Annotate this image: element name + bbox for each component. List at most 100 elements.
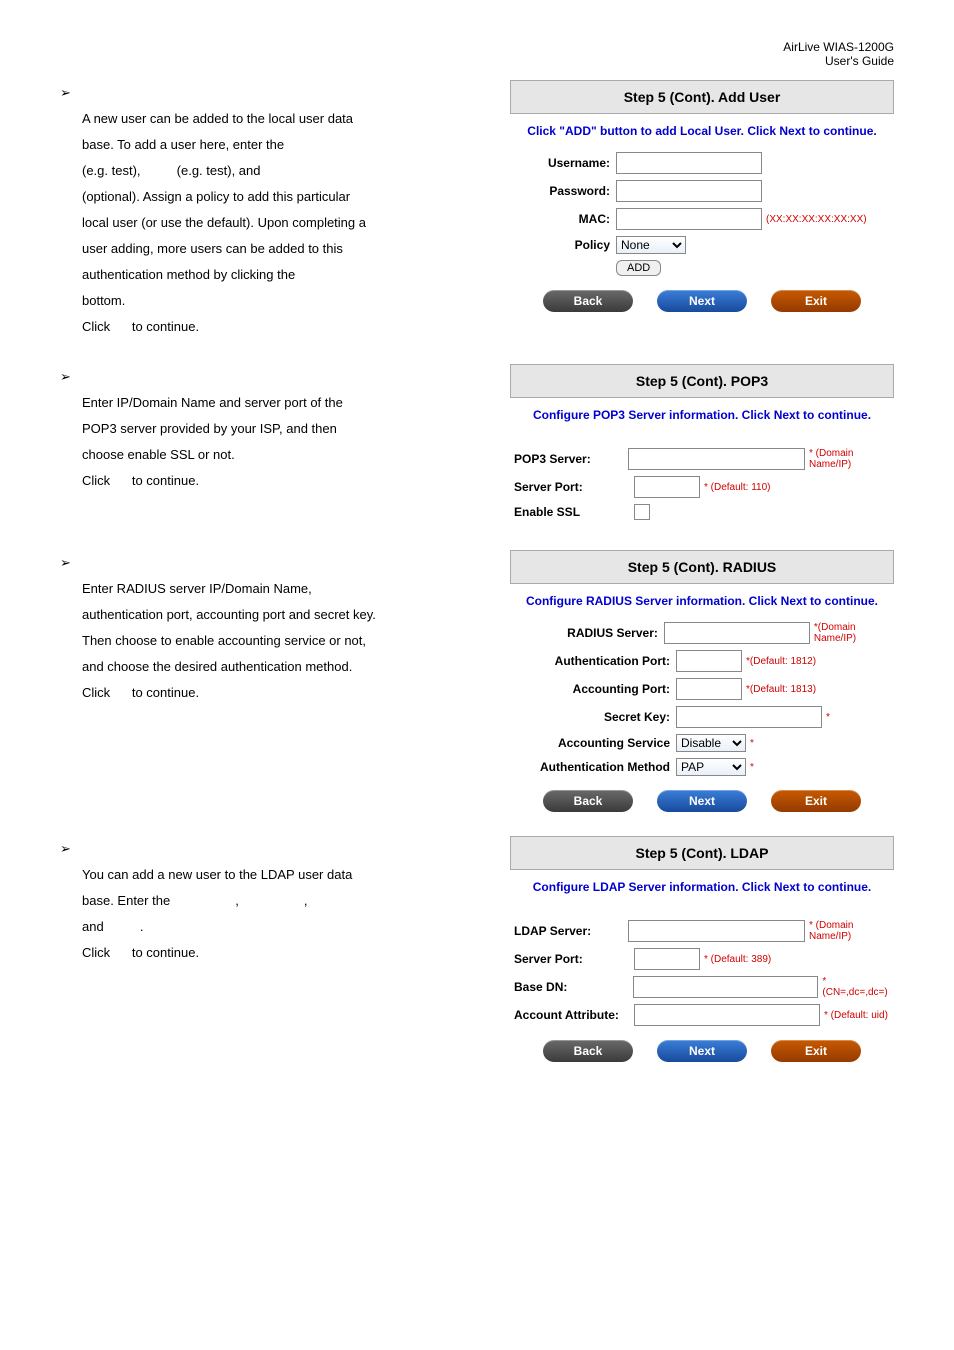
step-hint-ldap: Configure LDAP Server information. Click… [510, 880, 894, 894]
section-local-user: ➢Local User — Add User A new user can be… [60, 80, 894, 340]
label-ldap-base: Base DN: [510, 980, 633, 994]
radius-auth-hint: *(Default: 1812) [746, 656, 816, 667]
step-hint-radius: Configure RADIUS Server information. Cli… [510, 594, 894, 608]
ldap-comma2: , [304, 893, 308, 908]
local-p3b: (e.g. test), and [177, 163, 261, 178]
next-button[interactable]: Next [657, 290, 747, 312]
back-button[interactable]: Back [543, 290, 633, 312]
radius-server-input[interactable] [664, 622, 810, 644]
step-title-local: Step 5 (Cont). Add User [510, 80, 894, 114]
click-label: Click [82, 685, 110, 700]
pop3-p3: choose enable SSL or not. [82, 442, 490, 468]
label-ldap-server: LDAP Server: [510, 924, 628, 938]
section-radius: ➢RADIUS Enter RADIUS server IP/Domain Na… [60, 550, 894, 812]
label-mac: MAC: [510, 212, 616, 226]
ldap-dot: . [140, 919, 144, 934]
continue-label: to continue. [132, 319, 199, 334]
pop3-server-hint: * (Domain Name/IP) [809, 448, 894, 470]
radius-server-hint: *(Domain Name/IP) [814, 622, 894, 644]
local-p4: (optional). Assign a policy to add this … [82, 184, 490, 210]
nav-row-ldap: Back Next Exit [510, 1040, 894, 1062]
back-button[interactable]: Back [543, 1040, 633, 1062]
continue-label: to continue. [132, 685, 199, 700]
click-label: Click [82, 945, 110, 960]
password-input[interactable] [616, 180, 762, 202]
label-radius-server: RADIUS Server: [510, 626, 664, 640]
label-radius-acct: Accounting Port: [510, 682, 676, 696]
ldap-server-hint: * (Domain Name/IP) [809, 920, 894, 942]
radius-acctsvc-hint: * [750, 738, 754, 749]
label-ldap-port: Server Port: [510, 952, 634, 966]
label-pop3-ssl: Enable SSL [510, 505, 634, 519]
local-p8: bottom. [82, 288, 490, 314]
pop3-port-input[interactable] [634, 476, 700, 498]
click-label: Click [82, 319, 110, 334]
bullet-icon: ➢ [60, 85, 71, 100]
local-p3a: (e.g. test), [82, 163, 141, 178]
next-button[interactable]: Next [657, 1040, 747, 1062]
radius-key-input[interactable] [676, 706, 822, 728]
exit-button[interactable]: Exit [771, 1040, 861, 1062]
label-radius-method: Authentication Method [510, 760, 676, 774]
label-radius-auth: Authentication Port: [510, 654, 676, 668]
ldap-port-input[interactable] [634, 948, 700, 970]
pop3-ssl-checkbox[interactable] [634, 504, 650, 520]
pop3-port-hint: * (Default: 110) [704, 482, 771, 493]
radius-p1: Enter RADIUS server IP/Domain Name, [82, 576, 490, 602]
radius-key-hint: * [826, 712, 830, 723]
ldap-attr-input[interactable] [634, 1004, 820, 1026]
ldap-base-hint: * (CN=,dc=,dc=) [822, 976, 894, 998]
pop3-server-input[interactable] [628, 448, 805, 470]
pop3-p2: POP3 server provided by your ISP, and th… [82, 416, 490, 442]
step-hint-pop3: Configure POP3 Server information. Click… [510, 408, 894, 422]
label-policy: Policy [510, 238, 616, 252]
local-p5: local user (or use the default). Upon co… [82, 210, 490, 236]
exit-button[interactable]: Exit [771, 790, 861, 812]
radius-acct-hint: *(Default: 1813) [746, 684, 816, 695]
radius-p3: Then choose to enable accounting service… [82, 628, 490, 654]
step-title-pop3: Step 5 (Cont). POP3 [510, 364, 894, 398]
continue-label: to continue. [132, 473, 199, 488]
radius-p2: authentication port, accounting port and… [82, 602, 490, 628]
local-p1: A new user can be added to the local use… [82, 106, 490, 132]
next-button[interactable]: Next [657, 790, 747, 812]
label-password: Password: [510, 184, 616, 198]
local-p2: base. To add a user here, enter the [82, 132, 490, 158]
nav-row-local: Back Next Exit [510, 290, 894, 312]
step-title-ldap: Step 5 (Cont). LDAP [510, 836, 894, 870]
label-pop3-port: Server Port: [510, 480, 634, 494]
doc-title: User's Guide [825, 54, 894, 68]
label-radius-acctsvc: Accounting Service [510, 736, 676, 750]
ldap-server-input[interactable] [628, 920, 805, 942]
label-username: Username: [510, 156, 616, 170]
exit-button[interactable]: Exit [771, 290, 861, 312]
local-p7: authentication method by clicking the [82, 262, 490, 288]
username-input[interactable] [616, 152, 762, 174]
ldap-p1: You can add a new user to the LDAP user … [82, 862, 490, 888]
pop3-p1: Enter IP/Domain Name and server port of … [82, 390, 490, 416]
mac-input[interactable] [616, 208, 762, 230]
back-button[interactable]: Back [543, 790, 633, 812]
ldap-p3: and [82, 919, 104, 934]
add-button[interactable]: ADD [616, 260, 661, 276]
ldap-p2: base. Enter the [82, 893, 170, 908]
ldap-attr-hint: * (Default: uid) [824, 1010, 888, 1021]
continue-label: to continue. [132, 945, 199, 960]
radius-acct-input[interactable] [676, 678, 742, 700]
radius-p4: and choose the desired authentication me… [82, 654, 490, 680]
bullet-icon: ➢ [60, 841, 71, 856]
click-label: Click [82, 473, 110, 488]
step-hint-local: Click "ADD" button to add Local User. Cl… [510, 124, 894, 138]
radius-method-select[interactable]: PAP [676, 758, 746, 776]
local-p6: user adding, more users can be added to … [82, 236, 490, 262]
radius-auth-input[interactable] [676, 650, 742, 672]
nav-row-radius: Back Next Exit [510, 790, 894, 812]
product-name: AirLive WIAS-1200G [783, 40, 894, 54]
radius-acctsvc-select[interactable]: Disable [676, 734, 746, 752]
section-pop3: ➢POP3 Enter IP/Domain Name and server po… [60, 364, 894, 526]
policy-select[interactable]: None [616, 236, 686, 254]
bullet-icon: ➢ [60, 555, 71, 570]
ldap-base-input[interactable] [633, 976, 818, 998]
ldap-port-hint: * (Default: 389) [704, 954, 771, 965]
bullet-icon: ➢ [60, 369, 71, 384]
